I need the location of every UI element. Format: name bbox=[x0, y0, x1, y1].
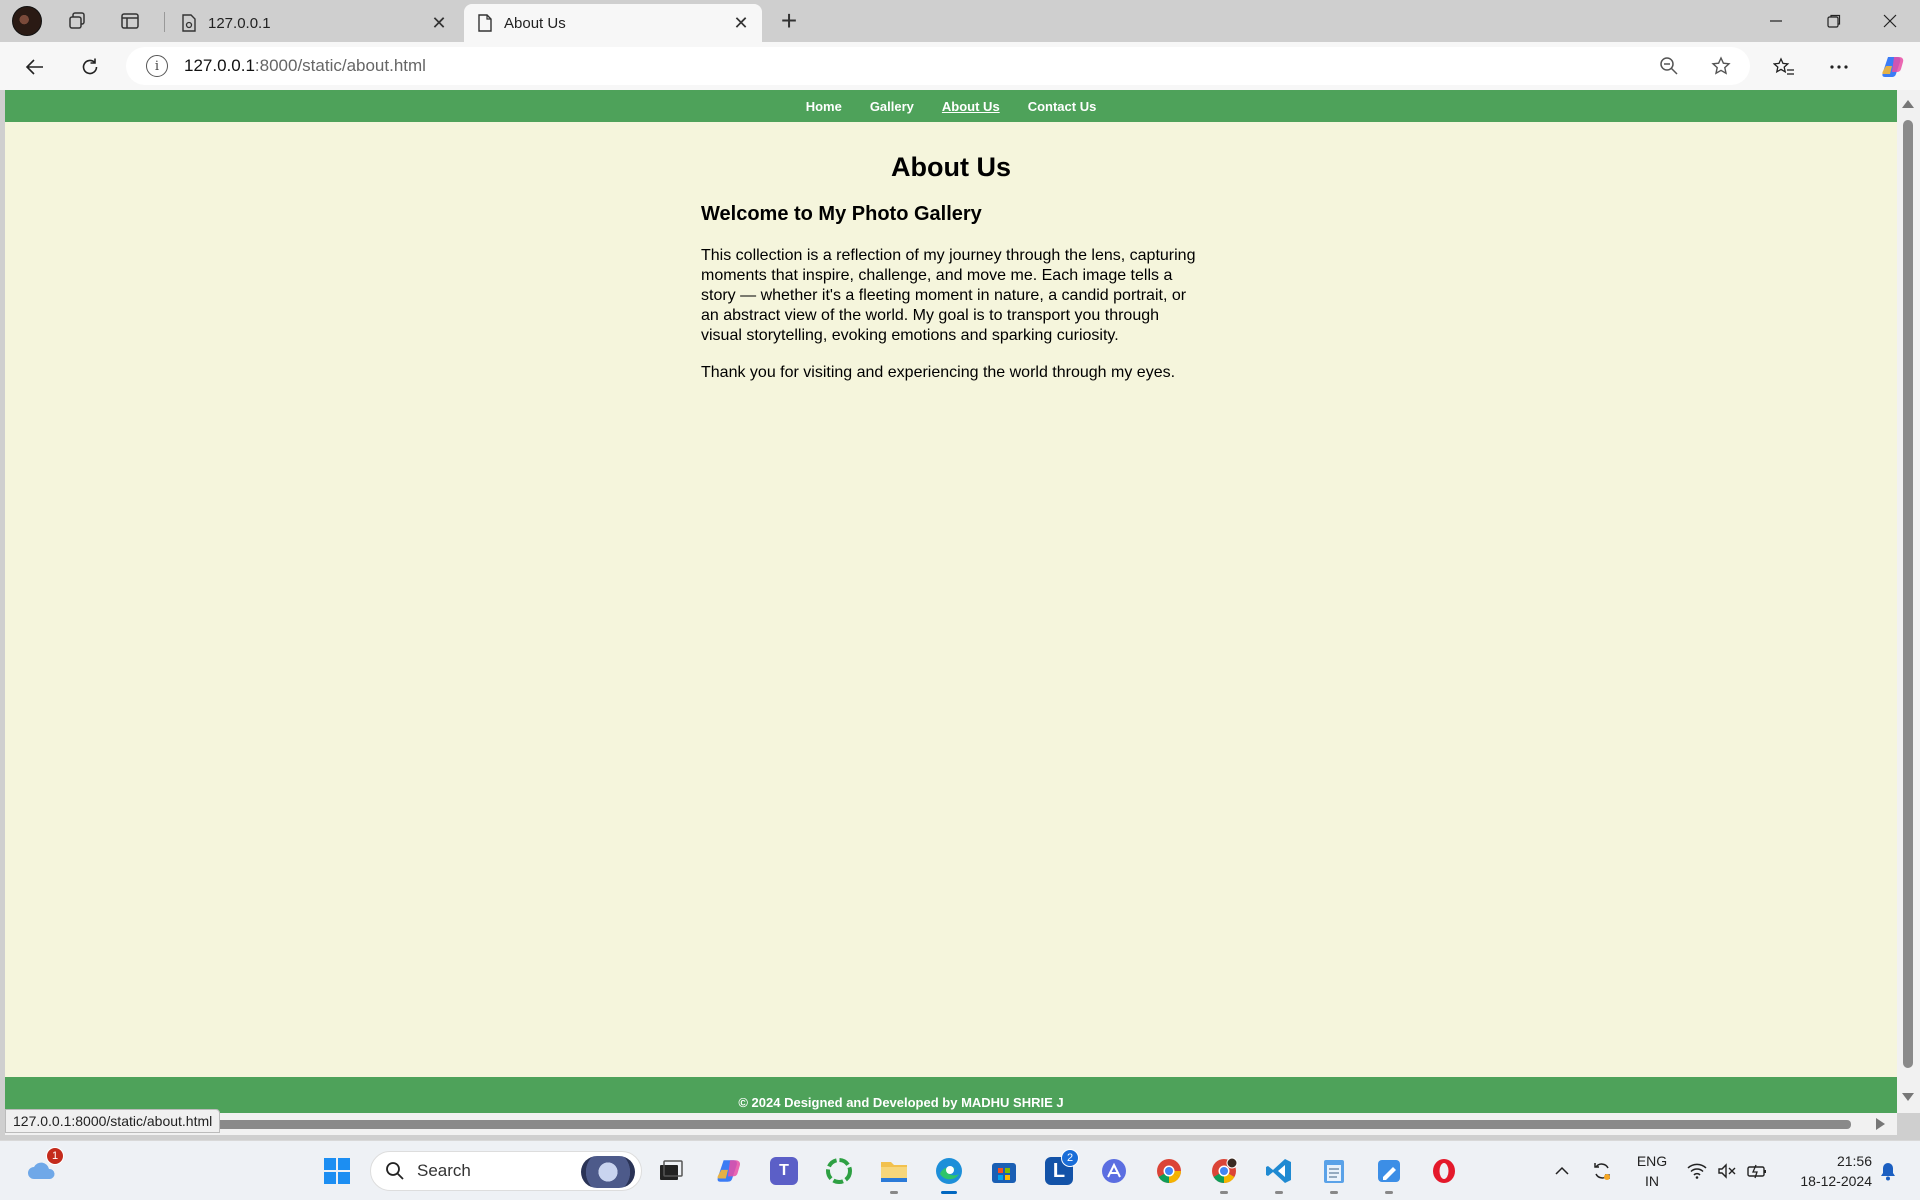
zoom-out-icon[interactable] bbox=[1652, 47, 1686, 85]
notepad-icon[interactable] bbox=[1314, 1151, 1354, 1194]
url-path: :8000/static/about.html bbox=[254, 56, 426, 75]
nav-home-link[interactable]: Home bbox=[792, 99, 856, 114]
tab-strip: 127.0.0.1 ✕ About Us ✕ + bbox=[0, 0, 1920, 42]
running-indicator bbox=[1275, 1191, 1283, 1194]
running-indicator bbox=[890, 1191, 898, 1194]
horizontal-scrollbar[interactable] bbox=[5, 1113, 1897, 1135]
android-studio-icon[interactable] bbox=[1094, 1151, 1134, 1191]
minimize-button[interactable] bbox=[1748, 0, 1804, 42]
sync-app-icon[interactable] bbox=[819, 1151, 859, 1191]
scroll-up-arrow-icon[interactable] bbox=[1902, 100, 1914, 108]
scroll-thumb[interactable] bbox=[9, 1120, 1851, 1129]
scroll-thumb[interactable] bbox=[1903, 120, 1913, 1068]
clock-time: 21:56 bbox=[1836, 1153, 1872, 1169]
volume-muted-icon[interactable] bbox=[1714, 1141, 1740, 1200]
close-tab-icon[interactable]: ✕ bbox=[426, 10, 452, 36]
edge-browser-icon[interactable] bbox=[929, 1151, 969, 1194]
page-icon bbox=[476, 14, 494, 32]
site-footer: © 2024 Designed and Developed by MADHU S… bbox=[5, 1077, 1897, 1113]
url-text: 127.0.0.1:8000/static/about.html bbox=[184, 56, 426, 76]
paint-app-icon[interactable] bbox=[1369, 1151, 1409, 1194]
tab-about-us[interactable]: About Us ✕ bbox=[464, 4, 762, 42]
site-nav: Home Gallery About Us Contact Us bbox=[5, 90, 1897, 122]
language-indicator[interactable]: ENG IN bbox=[1630, 1151, 1674, 1191]
favorites-icon[interactable] bbox=[1767, 50, 1801, 84]
vertical-tabs-icon[interactable] bbox=[115, 6, 145, 36]
more-menu-icon[interactable] bbox=[1822, 50, 1856, 84]
about-content: About Us Welcome to My Photo Gallery Thi… bbox=[701, 152, 1201, 383]
scroll-down-arrow-icon[interactable] bbox=[1902, 1093, 1914, 1101]
nav-gallery-link[interactable]: Gallery bbox=[856, 99, 928, 114]
nav-about-link[interactable]: About Us bbox=[928, 99, 1014, 114]
tab-title: 127.0.0.1 bbox=[208, 14, 271, 32]
search-label: Search bbox=[417, 1161, 471, 1180]
teams-icon[interactable]: T bbox=[764, 1151, 804, 1191]
tab-localhost[interactable]: 127.0.0.1 ✕ bbox=[168, 4, 460, 42]
restore-button[interactable] bbox=[1806, 0, 1862, 42]
clock-date: 18-12-2024 bbox=[1800, 1173, 1872, 1189]
active-indicator bbox=[941, 1191, 957, 1194]
workspaces-icon[interactable] bbox=[62, 6, 92, 36]
browser-toolbar: i 127.0.0.1:8000/static/about.html bbox=[0, 42, 1920, 90]
tab-separator bbox=[164, 12, 165, 32]
language-code: ENG bbox=[1636, 1153, 1668, 1169]
wifi-icon[interactable] bbox=[1684, 1141, 1710, 1200]
running-indicator bbox=[1330, 1191, 1338, 1194]
scroll-right-arrow-icon[interactable] bbox=[1876, 1118, 1885, 1130]
chrome-icon[interactable] bbox=[1149, 1151, 1189, 1191]
system-clock[interactable]: 21:56 18-12-2024 bbox=[1782, 1151, 1872, 1191]
profile-avatar[interactable] bbox=[12, 6, 42, 36]
vscode-icon[interactable] bbox=[1259, 1151, 1299, 1194]
intro-paragraph: This collection is a reflection of my jo… bbox=[701, 247, 1196, 344]
start-button[interactable] bbox=[317, 1151, 357, 1191]
nav-contact-link[interactable]: Contact Us bbox=[1014, 99, 1111, 114]
site-info-icon[interactable]: i bbox=[146, 55, 168, 77]
opera-icon[interactable] bbox=[1424, 1151, 1464, 1191]
running-indicator bbox=[1220, 1191, 1228, 1194]
copilot-icon[interactable] bbox=[1876, 50, 1910, 84]
taskbar-search[interactable]: Search bbox=[370, 1151, 642, 1191]
microsoft-store-icon[interactable] bbox=[984, 1151, 1024, 1191]
chrome-profile-icon[interactable] bbox=[1204, 1151, 1244, 1194]
favorite-star-icon[interactable] bbox=[1704, 47, 1738, 85]
new-tab-button[interactable]: + bbox=[774, 5, 804, 36]
thanks-paragraph: Thank you for visiting and experiencing … bbox=[701, 364, 1176, 381]
battery-charging-icon[interactable] bbox=[1744, 1141, 1770, 1200]
search-icon bbox=[385, 1161, 405, 1181]
weather-badge: 1 bbox=[46, 1147, 64, 1165]
page-viewport: Home Gallery About Us Contact Us About U… bbox=[5, 90, 1897, 1113]
taskbar: 1 Search T L 2 ENG IN 21:56 18-12-2024 bbox=[0, 1140, 1920, 1200]
sync-status-icon[interactable] bbox=[1588, 1141, 1616, 1200]
back-button[interactable] bbox=[18, 50, 52, 84]
task-view-icon[interactable] bbox=[651, 1151, 691, 1191]
notifications-bell-icon[interactable] bbox=[1874, 1141, 1902, 1200]
status-bar-url: 127.0.0.1:8000/static/about.html bbox=[5, 1109, 221, 1133]
show-hidden-icons-icon[interactable] bbox=[1550, 1141, 1574, 1200]
close-window-button[interactable] bbox=[1862, 0, 1918, 42]
file-explorer-icon[interactable] bbox=[874, 1151, 914, 1194]
page-gear-icon bbox=[180, 14, 198, 32]
region-code: IN bbox=[1645, 1173, 1659, 1189]
running-indicator bbox=[1385, 1191, 1393, 1194]
weather-widget[interactable]: 1 bbox=[22, 1147, 64, 1191]
page-title: About Us bbox=[891, 152, 1011, 182]
tab-title: About Us bbox=[504, 14, 566, 32]
search-highlight-image bbox=[581, 1156, 635, 1188]
section-heading: Welcome to My Photo Gallery bbox=[701, 203, 982, 225]
refresh-button[interactable] bbox=[73, 50, 107, 84]
address-bar[interactable]: i 127.0.0.1:8000/static/about.html bbox=[126, 47, 1750, 85]
url-host: 127.0.0.1 bbox=[184, 56, 255, 75]
copilot-app-icon[interactable] bbox=[709, 1151, 749, 1191]
close-tab-icon[interactable]: ✕ bbox=[728, 10, 754, 36]
l-app-badge: 2 bbox=[1061, 1149, 1079, 1167]
vertical-scrollbar[interactable] bbox=[1897, 90, 1920, 1113]
l-app-icon[interactable]: L 2 bbox=[1039, 1149, 1079, 1191]
